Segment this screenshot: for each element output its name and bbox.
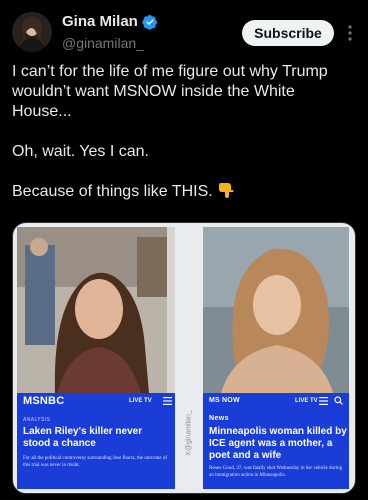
- news-photo-left: [17, 227, 175, 393]
- msnow-logo: MS NOW: [209, 397, 240, 404]
- news-nav-bar: MS NOW LIVE TV: [203, 393, 349, 409]
- tweet-paragraph: Oh, wait. Yes I can.: [12, 143, 149, 160]
- menu-icon: [319, 397, 328, 405]
- news-card-right: MS NOW LIVE TV News Minneapolis woman ki…: [203, 393, 349, 489]
- tweet-text: I can’t for the life of me figure out wh…: [12, 62, 356, 202]
- article-dek: Renee Good, 37, was fatally shot Wednesd…: [209, 466, 343, 478]
- news-screenshot-left: MSNBC LIVE TV ANALYSIS Laken Riley's kil…: [17, 227, 175, 489]
- news-card-left: MSNBC LIVE TV ANALYSIS Laken Riley's kil…: [17, 393, 175, 489]
- subscribe-button[interactable]: Subscribe: [242, 20, 334, 46]
- tweet-paragraph: Because of things like THIS.: [12, 182, 356, 202]
- watermark: X@ginamilan_: [179, 373, 199, 493]
- article-headline: Laken Riley's killer never stood a chanc…: [23, 426, 143, 449]
- msnbc-logo: MSNBC: [23, 395, 65, 407]
- tweet-header: Gina Milan @ginamilan_ Subscribe: [0, 0, 368, 60]
- article-headline: Minneapolis woman killed by ICE agent wa…: [209, 426, 347, 461]
- verified-badge-icon: [142, 14, 157, 30]
- watermark-text: X@ginamilan_: [185, 410, 193, 456]
- pointing-down-hand-icon: [219, 183, 234, 198]
- news-nav-bar: MSNBC LIVE TV: [17, 393, 175, 409]
- article-dek: For all the political controversy surrou…: [23, 456, 167, 468]
- article-kicker: News: [209, 415, 229, 422]
- handle[interactable]: @ginamilan_: [62, 35, 144, 51]
- name-row: Gina Milan: [62, 13, 158, 30]
- avatar-image: [12, 12, 52, 52]
- tweet-paragraph: I can’t for the life of me figure out wh…: [12, 63, 328, 120]
- news-photo-right: [203, 227, 349, 393]
- display-name[interactable]: Gina Milan: [62, 13, 138, 30]
- tweet-media[interactable]: MSNBC LIVE TV ANALYSIS Laken Riley's kil…: [12, 222, 356, 494]
- live-tv-link: LIVE TV: [295, 398, 318, 404]
- search-icon: [334, 396, 343, 405]
- live-tv-link: LIVE TV: [129, 398, 152, 404]
- menu-icon: [163, 397, 172, 405]
- news-screenshot-right: MS NOW LIVE TV News Minneapolis woman ki…: [203, 227, 349, 489]
- more-options-icon[interactable]: [342, 20, 358, 46]
- article-kicker: ANALYSIS: [23, 417, 51, 423]
- avatar[interactable]: [12, 12, 52, 52]
- tweet-paragraph-text: Because of things like THIS.: [12, 183, 213, 200]
